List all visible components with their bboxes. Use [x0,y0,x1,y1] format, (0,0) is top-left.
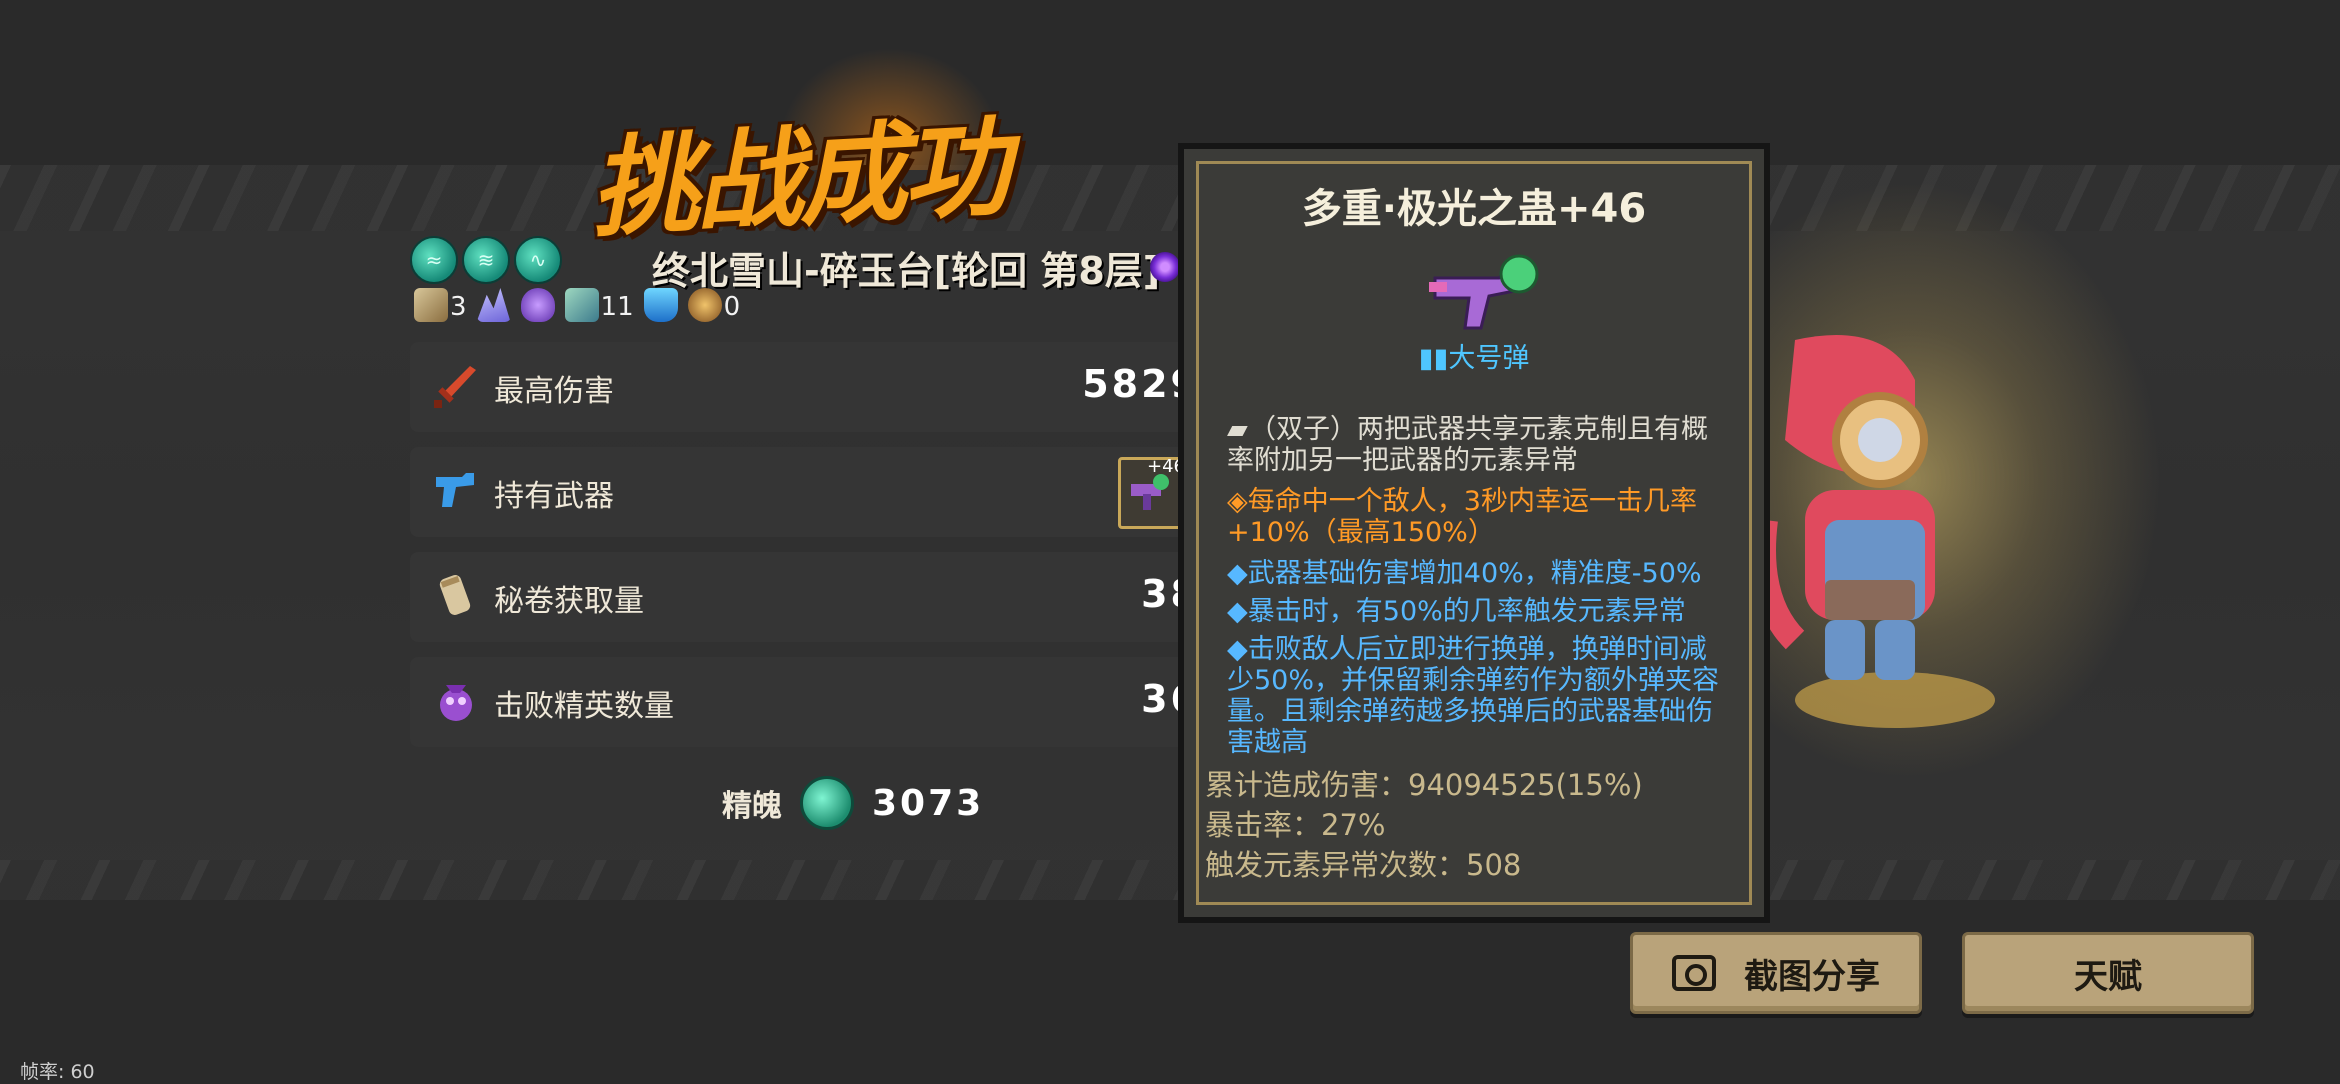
buff-item[interactable] [520,288,555,322]
weapon-gun-icon [1429,254,1539,330]
buff-item[interactable]: 0 [687,288,741,322]
essence-label: 精魄 [722,789,782,824]
talent-button[interactable]: 天赋 [1962,932,2254,1014]
buff-item[interactable] [643,288,678,322]
essence-value: 3073 [872,782,985,824]
tooltip-line-reload: ◆击败敌人后立即进行换弹，换弹时间减少50%，并保留剩余弹药作为额外弹夹容量。且… [1227,634,1729,758]
vortex-icon [1150,252,1180,282]
crit-rate-stat: 暴击率：27% [1205,808,1386,842]
totem-icon [564,288,599,322]
band-pattern-bottom [0,860,2340,900]
essence-summary: 精魄 3073 [722,776,984,830]
stat-scrolls: 秘卷获取量 38 [410,552,1210,642]
victory-title: 挑战成功 [587,105,1010,253]
tooltip-text: ◈每命中一个敌人，3秒内幸运一击几率+10%（最高150%） [1227,486,1697,548]
bullet-icon: ▮▮ [1418,343,1449,374]
buff-list: 3 11 0 [414,288,740,322]
bullet-grey-icon: ▰ [1227,414,1248,445]
tooltip-line-luck: ◈每命中一个敌人，3秒内幸运一击几率+10%（最高150%） [1227,486,1729,548]
stat-weapons: 持有武器 +46 [410,447,1210,537]
stat-label: 持有武器 [494,479,614,514]
tooltip-title: 多重·极光之蛊+46 [1301,186,1647,232]
elite-icon [432,677,478,723]
treasure-icon [687,288,722,322]
camera-icon [1672,955,1716,991]
stat-label: 秘卷获取量 [494,584,644,619]
character-portrait [1765,335,1995,728]
tooltip-text: ◆武器基础伤害增加40%，精准度-50% [1227,558,1702,589]
element-icons: ≈ ≋ ∿ [410,236,562,284]
tooltip-frame: 多重·极光之蛊+46 ▮▮大号弹 ▰（双子）两把武器共享元素克制且有概率附加另一… [1196,161,1752,905]
stat-elites: 击败精英数量 36 [410,657,1210,747]
share-screenshot-button[interactable]: 截图分享 [1630,932,1922,1014]
potion-icon [520,288,555,322]
sword-icon [432,362,478,408]
ammo-type-label: 大号弹 [1448,343,1530,374]
stat-max-damage: 最高伤害 5829 [410,342,1210,432]
wind-element-icon[interactable]: ≈ [410,236,458,284]
gust-element-icon[interactable]: ≋ [462,236,510,284]
ammo-type: ▮▮大号弹 [1199,336,1749,375]
buff-count: 0 [723,292,741,322]
buff-count: 3 [450,292,467,322]
scroll-icon [432,572,478,618]
share-label: 截图分享 [1744,956,1880,997]
buff-item[interactable]: 3 [414,288,467,322]
tooltip-text: （双子）两把武器共享元素克制且有概率附加另一把武器的元素异常 [1227,414,1708,476]
tooltip-line-twin: ▰（双子）两把武器共享元素克制且有概率附加另一把武器的元素异常 [1227,414,1729,476]
crystal-icon [476,288,511,322]
wave-element-icon[interactable]: ∿ [514,236,562,284]
hammer-icon [414,288,448,322]
weapon-tooltip: 多重·极光之蛊+46 ▮▮大号弹 ▰（双子）两把武器共享元素克制且有概率附加另一… [1178,143,1770,923]
tooltip-line-crit: ◆暴击时，有50%的几率触发元素异常 [1227,596,1729,627]
stage-name: 终北雪山-碎玉台[轮回 第8层] [652,249,1161,293]
stat-label: 击败精英数量 [494,689,674,724]
fountain-icon [643,288,678,322]
buff-item[interactable] [476,288,511,322]
buff-item[interactable]: 11 [564,288,634,322]
gun-icon [432,467,478,513]
element-trigger-stat: 触发元素异常次数：508 [1205,848,1522,882]
buff-count: 11 [600,292,634,322]
stat-label: 最高伤害 [494,374,614,409]
talent-label: 天赋 [2074,956,2142,997]
tooltip-text: ◆击败敌人后立即进行换弹，换弹时间减少50%，并保留剩余弹药作为额外弹夹容量。且… [1227,634,1720,758]
tooltip-text: ◆暴击时，有50%的几率触发元素异常 [1227,596,1686,627]
essence-gem-icon [800,776,854,830]
tooltip-line-damage: ◆武器基础伤害增加40%，精准度-50% [1227,558,1729,589]
total-damage-stat: 累计造成伤害：94094525(15%) [1205,768,1643,802]
